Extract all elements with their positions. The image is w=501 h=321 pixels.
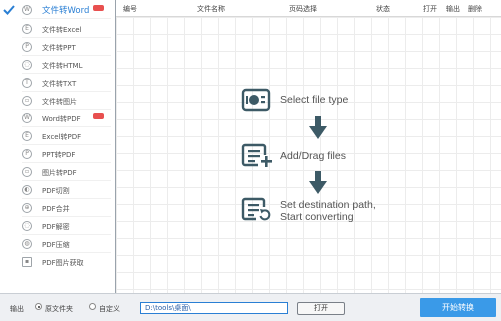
badge-icon — [93, 113, 104, 119]
word-icon: W — [22, 113, 32, 123]
sidebar-item-word-to-pdf[interactable]: W Word转PDF — [0, 110, 115, 127]
sidebar-item-pdf-decrypt[interactable]: ◌ PDF解密 — [0, 218, 115, 235]
step-set-destination: Set destination path, — [280, 199, 376, 211]
word-icon: W — [22, 5, 32, 15]
radio-custom-folder[interactable] — [89, 303, 96, 310]
convert-icon — [241, 197, 271, 221]
open-folder-button[interactable]: 打开 — [297, 302, 345, 315]
sidebar-item-label: 文件转HTML — [42, 62, 83, 70]
excel-icon: E — [22, 24, 32, 34]
sidebar-item-file-to-ppt[interactable]: P 文件转PPT — [0, 39, 115, 56]
sidebar-item-label: PPT转PDF — [42, 151, 76, 159]
sidebar-item-file-to-txt[interactable]: T 文件转TXT — [0, 75, 115, 92]
start-convert-button[interactable]: 开始转换 — [420, 298, 496, 317]
sidebar-item-label: 图片转PDF — [42, 169, 77, 177]
sidebar-item-ppt-to-pdf[interactable]: P PPT转PDF — [0, 146, 115, 163]
column-header-output: 输出 — [446, 5, 460, 13]
unlock-icon: ◌ — [22, 221, 32, 231]
image-icon: ▫ — [22, 167, 32, 177]
select-file-type-icon — [241, 88, 271, 112]
ppt-icon: P — [22, 42, 32, 52]
sidebar-item-pdf-split[interactable]: ◐ PDF切割 — [0, 182, 115, 199]
column-header-status: 状态 — [376, 5, 390, 13]
sidebar-item-file-to-excel[interactable]: E 文件转Excel — [0, 21, 115, 38]
excel-icon: E — [22, 131, 32, 141]
txt-icon: T — [22, 78, 32, 88]
column-header-index: 编号 — [123, 5, 137, 13]
output-label: 输出 — [10, 305, 24, 313]
checkmark-icon — [3, 5, 15, 15]
sidebar-item-pdf-compress[interactable]: ◍ PDF压缩 — [0, 236, 115, 253]
sidebar-item-file-to-html[interactable]: ◌ 文件转HTML — [0, 57, 115, 74]
file-table-header: 编号 文件名称 页码选择 状态 打开 输出 删除 — [116, 0, 501, 17]
sidebar-item-label: 文件转TXT — [42, 80, 77, 88]
radio-source-folder-label[interactable]: 原文件夹 — [45, 304, 73, 314]
output-path-input[interactable]: D:\tools\桌面\ — [140, 302, 288, 314]
badge-icon — [93, 5, 104, 11]
step-add-drag-files: Add/Drag files — [280, 150, 346, 162]
bottom-bar: 输出 原文件夹 自定义 D:\tools\桌面\ 打开 开始转换 — [0, 293, 501, 321]
arrow-down-icon — [309, 116, 327, 139]
sidebar-item-file-to-image[interactable]: ▫ 文件转图片 — [0, 93, 115, 110]
column-header-open: 打开 — [423, 5, 437, 13]
column-header-delete: 删除 — [468, 5, 482, 13]
sidebar-item-label: 文件转图片 — [42, 98, 77, 106]
compress-icon: ◍ — [22, 239, 32, 249]
ppt-icon: P — [22, 149, 32, 159]
sidebar-item-label: Excel转PDF — [42, 133, 82, 141]
split-icon: ◐ — [22, 185, 32, 195]
sidebar: W 文件转Word E 文件转Excel P 文件转PPT ◌ 文件转HTML … — [0, 0, 116, 293]
sidebar-item-image-to-pdf[interactable]: ▫ 图片转PDF — [0, 164, 115, 181]
sidebar-item-label: PDF图片获取 — [42, 259, 84, 267]
sidebar-item-label: 文件转PPT — [42, 44, 76, 52]
sidebar-item-label: PDF压缩 — [42, 241, 70, 249]
sidebar-item-pdf-image-extract[interactable]: ▪ PDF图片获取 — [0, 254, 115, 271]
image-extract-icon: ▪ — [22, 257, 32, 267]
sidebar-item-pdf-merge[interactable]: ⊕ PDF合并 — [0, 200, 115, 217]
arrow-down-icon — [309, 171, 327, 194]
step-start-converting: Start converting — [280, 211, 354, 223]
merge-icon: ⊕ — [22, 203, 32, 213]
radio-source-folder[interactable] — [35, 303, 42, 310]
sidebar-item-file-to-word[interactable]: W 文件转Word — [0, 2, 115, 19]
sidebar-item-label: PDF合并 — [42, 205, 70, 213]
column-header-filename: 文件名称 — [197, 5, 225, 13]
sidebar-item-label: 文件转Excel — [42, 26, 82, 34]
html-icon: ◌ — [22, 60, 32, 70]
image-icon: ▫ — [22, 96, 32, 106]
column-header-page-range: 页码选择 — [289, 5, 317, 13]
sidebar-item-label: PDF切割 — [42, 187, 70, 195]
sidebar-item-label: PDF解密 — [42, 223, 70, 231]
add-files-icon — [241, 143, 272, 167]
file-drop-area[interactable]: Select file type Add/Drag files Set dest… — [116, 17, 501, 293]
radio-custom-folder-label[interactable]: 自定义 — [99, 304, 120, 314]
step-select-file-type: Select file type — [280, 94, 349, 106]
sidebar-item-label: 文件转Word — [42, 6, 90, 16]
sidebar-item-excel-to-pdf[interactable]: E Excel转PDF — [0, 128, 115, 145]
sidebar-item-label: Word转PDF — [42, 115, 81, 123]
